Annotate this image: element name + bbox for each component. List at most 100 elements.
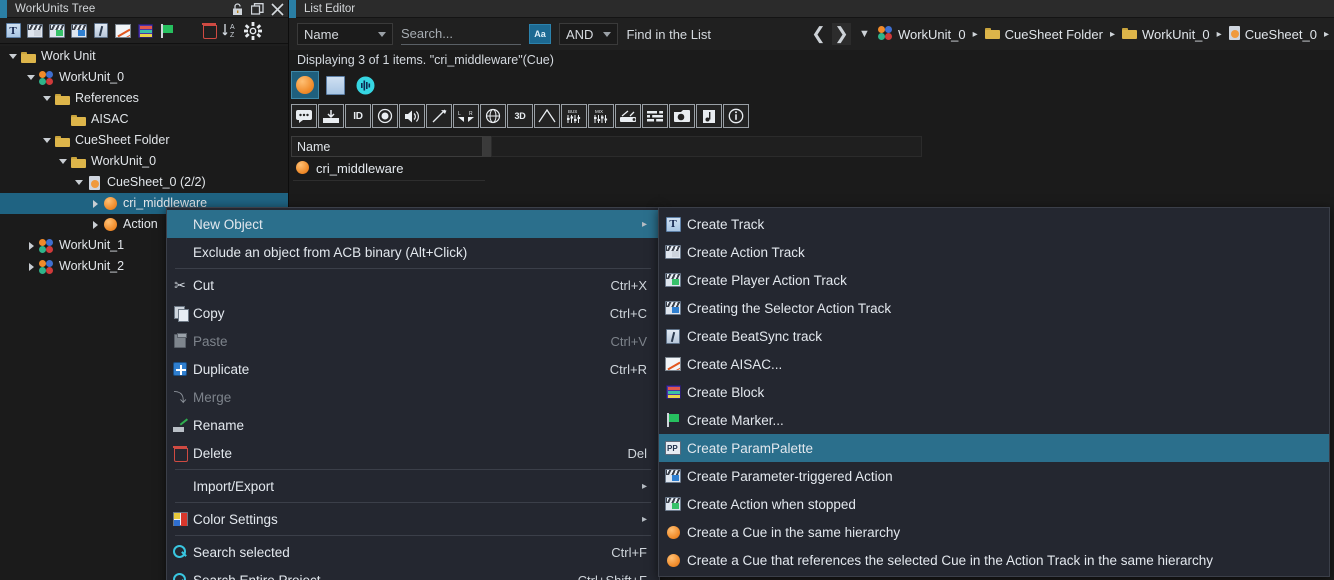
twisty-down-icon[interactable] (6, 54, 20, 59)
lr-pan-icon[interactable]: LR (453, 104, 479, 128)
duplicate-icon (167, 362, 193, 376)
menu-item-import-export[interactable]: Import/Export ▸ (167, 472, 659, 500)
info-icon[interactable] (723, 104, 749, 128)
submenu-item-create-parameter-triggered-action[interactable]: Create Parameter-triggered Action (659, 462, 1329, 490)
twisty-right-icon[interactable] (88, 199, 102, 208)
breadcrumb-item-workunit-0-sub[interactable]: WorkUnit_0 (1121, 27, 1210, 42)
record-icon[interactable] (372, 104, 398, 128)
tree-node-references[interactable]: References (0, 88, 288, 109)
twisty-down-icon[interactable] (40, 138, 54, 143)
twisty-down-icon[interactable] (56, 159, 70, 164)
submenu-item-create-track[interactable]: T Create Track (659, 210, 1329, 238)
twisty-down-icon[interactable] (40, 96, 54, 101)
match-case-button[interactable]: Aa (529, 24, 551, 44)
menu-item-cut[interactable]: ✂ Cut Ctrl+X (167, 271, 659, 299)
submenu-item-label: Create Action Track (687, 244, 805, 260)
note-icon[interactable] (696, 104, 722, 128)
breadcrumb-label: CueSheet_0 (1244, 26, 1317, 42)
logic-operator-value: AND (566, 26, 594, 42)
tree-node-cuesheet-folder[interactable]: CueSheet Folder (0, 130, 288, 151)
column-resize-handle[interactable] (483, 136, 491, 157)
menu-item-shortcut: Ctrl+X (610, 277, 647, 293)
create-marker-icon[interactable] (157, 21, 177, 41)
tab-cue[interactable] (291, 71, 319, 99)
menu-item-copy[interactable]: Copy Ctrl+C (167, 299, 659, 327)
create-aisac-icon[interactable] (113, 21, 133, 41)
nav-history-dropdown-icon[interactable]: ▼ (855, 23, 874, 45)
sort-az-icon[interactable]: AZ (221, 21, 241, 41)
tree-node-aisac[interactable]: AISAC (0, 109, 288, 130)
sphere-icon[interactable] (480, 104, 506, 128)
menu-item-color-settings[interactable]: Color Settings ▸ (167, 505, 659, 533)
submenu-item-create-cue-same-hierarchy[interactable]: Create a Cue in the same hierarchy (659, 518, 1329, 546)
submenu-item-create-aisac[interactable]: Create AISAC... (659, 350, 1329, 378)
tab-track[interactable] (321, 71, 349, 99)
submenu-item-create-cue-reference[interactable]: Create a Cue that references the selecte… (659, 546, 1329, 574)
tree-node-label: WorkUnit_2 (59, 259, 125, 273)
breadcrumb-item-cuesheet-0[interactable]: CueSheet_0 (1228, 25, 1317, 43)
menu-item-exclude-acb[interactable]: Exclude an object from ACB binary (Alt+C… (167, 238, 659, 266)
tree-node-cuesheet-0[interactable]: CueSheet_0 (2/2) (0, 172, 288, 193)
submenu-item-create-selector-action-track[interactable]: Creating the Selector Action Track (659, 294, 1329, 322)
comment-icon[interactable] (291, 104, 317, 128)
nav-back-button[interactable]: ❮ (809, 23, 828, 45)
routing-icon[interactable] (615, 104, 641, 128)
create-beatsync-track-icon[interactable] (91, 21, 111, 41)
id-icon[interactable]: ID (345, 104, 371, 128)
menu-item-search-entire-project[interactable]: Search Entire Project Ctrl+Shift+F (167, 566, 659, 580)
volume-icon[interactable] (399, 104, 425, 128)
create-track-icon[interactable]: T (3, 21, 23, 41)
create-action-track-icon[interactable] (25, 21, 45, 41)
close-icon[interactable] (271, 2, 284, 16)
twisty-right-icon[interactable] (24, 262, 38, 271)
submenu-item-create-block[interactable]: Create Block (659, 378, 1329, 406)
settings-gear-icon[interactable] (243, 21, 263, 41)
breadcrumb-item-workunit-0[interactable]: WorkUnit_0 (877, 25, 966, 43)
breadcrumb-item-cuesheet-folder[interactable]: CueSheet Folder (984, 27, 1103, 42)
envelope-icon[interactable] (534, 104, 560, 128)
submenu-item-create-action-track[interactable]: Create Action Track (659, 238, 1329, 266)
list-column-headers: Name (291, 136, 922, 157)
list-item[interactable]: cri_middleware (291, 157, 922, 180)
twisty-down-icon[interactable] (72, 180, 86, 185)
menu-item-label: Copy (193, 305, 225, 321)
submenu-item-create-parampalette[interactable]: Create ParamPalette (659, 434, 1329, 462)
pen-icon[interactable] (426, 104, 452, 128)
import-icon[interactable] (318, 104, 344, 128)
lock-icon[interactable] (231, 2, 244, 16)
camera-icon[interactable] (669, 104, 695, 128)
menu-item-duplicate[interactable]: Duplicate Ctrl+R (167, 355, 659, 383)
tree-node-workunit-0[interactable]: WorkUnit_0 (0, 67, 288, 88)
fader-icon[interactable] (642, 104, 668, 128)
bus-icon[interactable]: BUS (561, 104, 587, 128)
logic-operator-select[interactable]: AND (559, 23, 619, 45)
search-input[interactable] (401, 23, 521, 45)
3d-icon[interactable]: 3D (507, 104, 533, 128)
chevron-down-icon (378, 31, 386, 37)
column-header-name[interactable]: Name (291, 136, 483, 157)
twisty-right-icon[interactable] (88, 220, 102, 229)
menu-item-rename[interactable]: Rename (167, 411, 659, 439)
tab-waveform[interactable] (351, 71, 379, 99)
nav-forward-button[interactable]: ❯ (831, 23, 851, 45)
tree-node-workunit-0-sub[interactable]: WorkUnit_0 (0, 151, 288, 172)
twisty-down-icon[interactable] (24, 75, 38, 80)
submenu-item-create-marker[interactable]: Create Marker... (659, 406, 1329, 434)
mix-icon[interactable]: MIX (588, 104, 614, 128)
submenu-item-create-action-when-stopped[interactable]: Create Action when stopped (659, 490, 1329, 518)
menu-item-search-selected[interactable]: Search selected Ctrl+F (167, 538, 659, 566)
tree-node-work-unit[interactable]: Work Unit (0, 46, 288, 67)
menu-item-new-object[interactable]: New Object ▸ (167, 210, 659, 238)
restore-icon[interactable] (250, 2, 264, 16)
create-player-action-track-icon[interactable] (47, 21, 67, 41)
menu-item-label: Import/Export (193, 478, 275, 494)
submenu-item-create-beatsync-track[interactable]: Create BeatSync track (659, 322, 1329, 350)
delete-icon[interactable] (199, 21, 219, 41)
create-block-icon[interactable] (135, 21, 155, 41)
filter-column-select[interactable]: Name (297, 23, 393, 45)
twisty-right-icon[interactable] (24, 241, 38, 250)
create-selector-action-track-icon[interactable] (69, 21, 89, 41)
menu-item-label: Duplicate (193, 361, 250, 377)
submenu-item-create-player-action-track[interactable]: Create Player Action Track (659, 266, 1329, 294)
menu-item-delete[interactable]: Delete Del (167, 439, 659, 467)
